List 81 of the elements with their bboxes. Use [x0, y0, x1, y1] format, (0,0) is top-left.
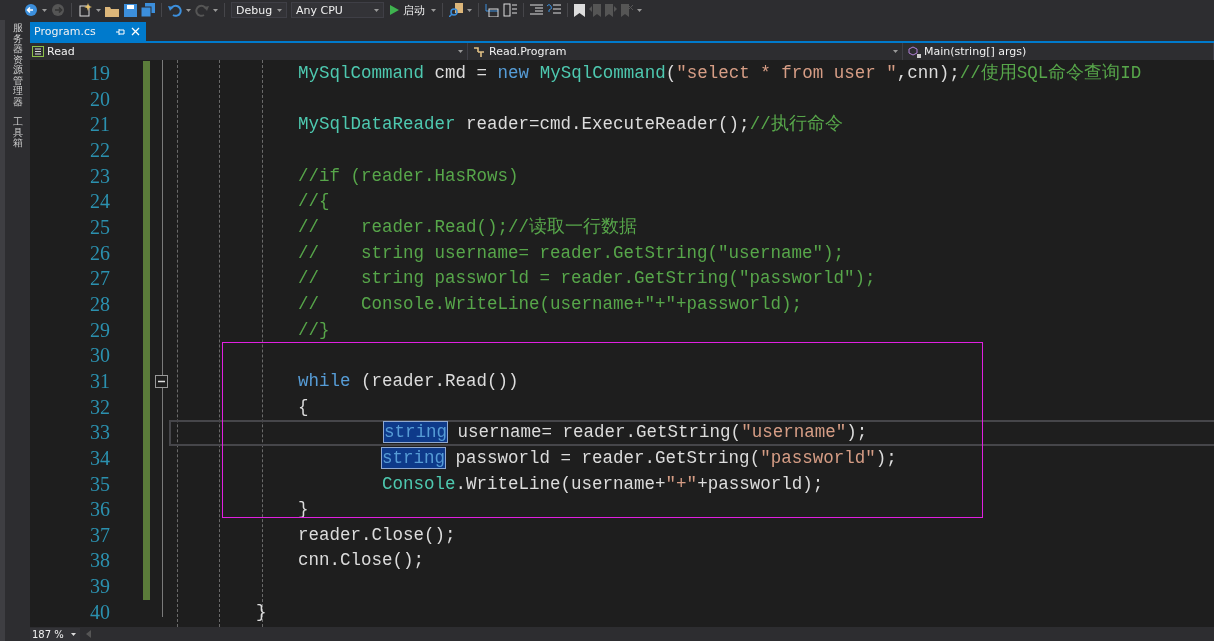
line-number: 31 [89, 368, 111, 394]
outdent-icon[interactable] [530, 4, 543, 16]
previous-bookmark-icon [589, 3, 601, 17]
line-number: 25 [89, 214, 111, 240]
line-number: 37 [89, 522, 111, 548]
platform-dropdown[interactable]: Any CPU [291, 2, 384, 18]
line-number: 40 [89, 599, 111, 625]
code-line: // string passworld = reader.GetString("passworld"); [297, 268, 876, 289]
pin-icon[interactable] [115, 27, 125, 36]
find-icon[interactable] [449, 3, 463, 17]
code-line: cnn.Close(); [297, 550, 425, 571]
caret-icon[interactable] [42, 8, 47, 12]
line-number: 19 [89, 61, 111, 86]
class-file-icon [32, 46, 44, 57]
clear-bookmarks-icon [621, 3, 633, 17]
line-number: 36 [89, 497, 111, 523]
save-all-icon[interactable] [141, 3, 155, 17]
code-line: //{ [297, 191, 330, 212]
caret-icon[interactable] [186, 8, 191, 12]
undo-icon[interactable] [168, 3, 182, 17]
zoom-dropdown[interactable]: 187 % [30, 627, 80, 641]
code-line: // reader.Read();//读取一行数据 [297, 216, 638, 237]
save-icon[interactable] [124, 3, 137, 17]
caret-icon [277, 8, 282, 12]
line-number: 33 [89, 420, 111, 446]
line-number: 30 [89, 343, 111, 369]
start-button[interactable]: 启动 [388, 2, 427, 18]
caret-icon [458, 50, 463, 53]
line-number: 29 [89, 317, 111, 343]
line-number: 24 [89, 189, 111, 215]
caret-icon[interactable] [96, 8, 101, 12]
document-icon[interactable] [503, 3, 517, 17]
code-line: //if (reader.HasRows) [297, 165, 519, 186]
forward-icon [51, 3, 65, 17]
caret-icon [213, 8, 218, 12]
line-number: 28 [89, 291, 111, 317]
caret-icon[interactable] [637, 8, 642, 12]
code-line: MySqlCommand cmd = new MySqlCommand("select * from user ",cnn);//使用SQL命令查询ID [297, 63, 1142, 83]
code-line: //} [297, 319, 330, 340]
class-icon [473, 45, 486, 58]
close-icon[interactable] [130, 27, 140, 36]
configuration-dropdown[interactable]: Debug [231, 2, 287, 18]
caret-icon[interactable] [431, 8, 436, 12]
play-icon [390, 5, 399, 15]
caret-icon [71, 632, 76, 636]
line-number: 35 [89, 471, 111, 497]
next-bookmark-icon [605, 3, 617, 17]
code-line: reader.Close(); [297, 524, 456, 545]
step-icon[interactable] [485, 3, 499, 17]
code-line: // Console.WriteLine(username+"+"+passworld); [297, 293, 803, 314]
collapse-icon[interactable] [154, 375, 168, 389]
code-line: } [255, 601, 267, 622]
line-number: 38 [89, 548, 111, 574]
code-line: Console.WriteLine(username+"+"+passworld); [381, 473, 824, 494]
back-icon[interactable] [24, 3, 38, 17]
line-number: 26 [89, 240, 111, 266]
code-line: MySqlDataReader reader=cmd.ExecuteReader();//执行命令 [297, 114, 843, 135]
caret-icon[interactable] [467, 8, 472, 12]
method-icon [908, 45, 921, 58]
line-number: 27 [89, 266, 111, 292]
code-line: // string username= reader.GetString("username"); [297, 242, 845, 263]
new-project-icon[interactable] [78, 3, 92, 17]
line-number: 34 [89, 445, 111, 471]
bookmark-icon[interactable] [574, 3, 585, 17]
document-tab[interactable]: Program.cs [30, 22, 146, 41]
caret-icon [893, 50, 898, 53]
line-number: 20 [89, 86, 111, 112]
code-line: while (reader.Read()) [297, 370, 519, 391]
line-number: 21 [89, 112, 111, 138]
code-line: string passworld = reader.GetString("passworld"); [381, 447, 897, 468]
code-line: string username= reader.GetString("username"); [383, 422, 868, 443]
side-panel-tab[interactable]: 服务器资源管理器 [12, 23, 23, 107]
line-number: 22 [89, 137, 111, 163]
caret-icon [374, 8, 379, 12]
line-number: 23 [89, 163, 111, 189]
side-panel-tab[interactable]: 工具箱 [12, 117, 23, 149]
line-number: 32 [89, 394, 111, 420]
redo-icon [195, 3, 209, 17]
line-number: 39 [89, 574, 111, 600]
comment-icon[interactable] [547, 4, 561, 16]
code-line: { [297, 396, 309, 417]
